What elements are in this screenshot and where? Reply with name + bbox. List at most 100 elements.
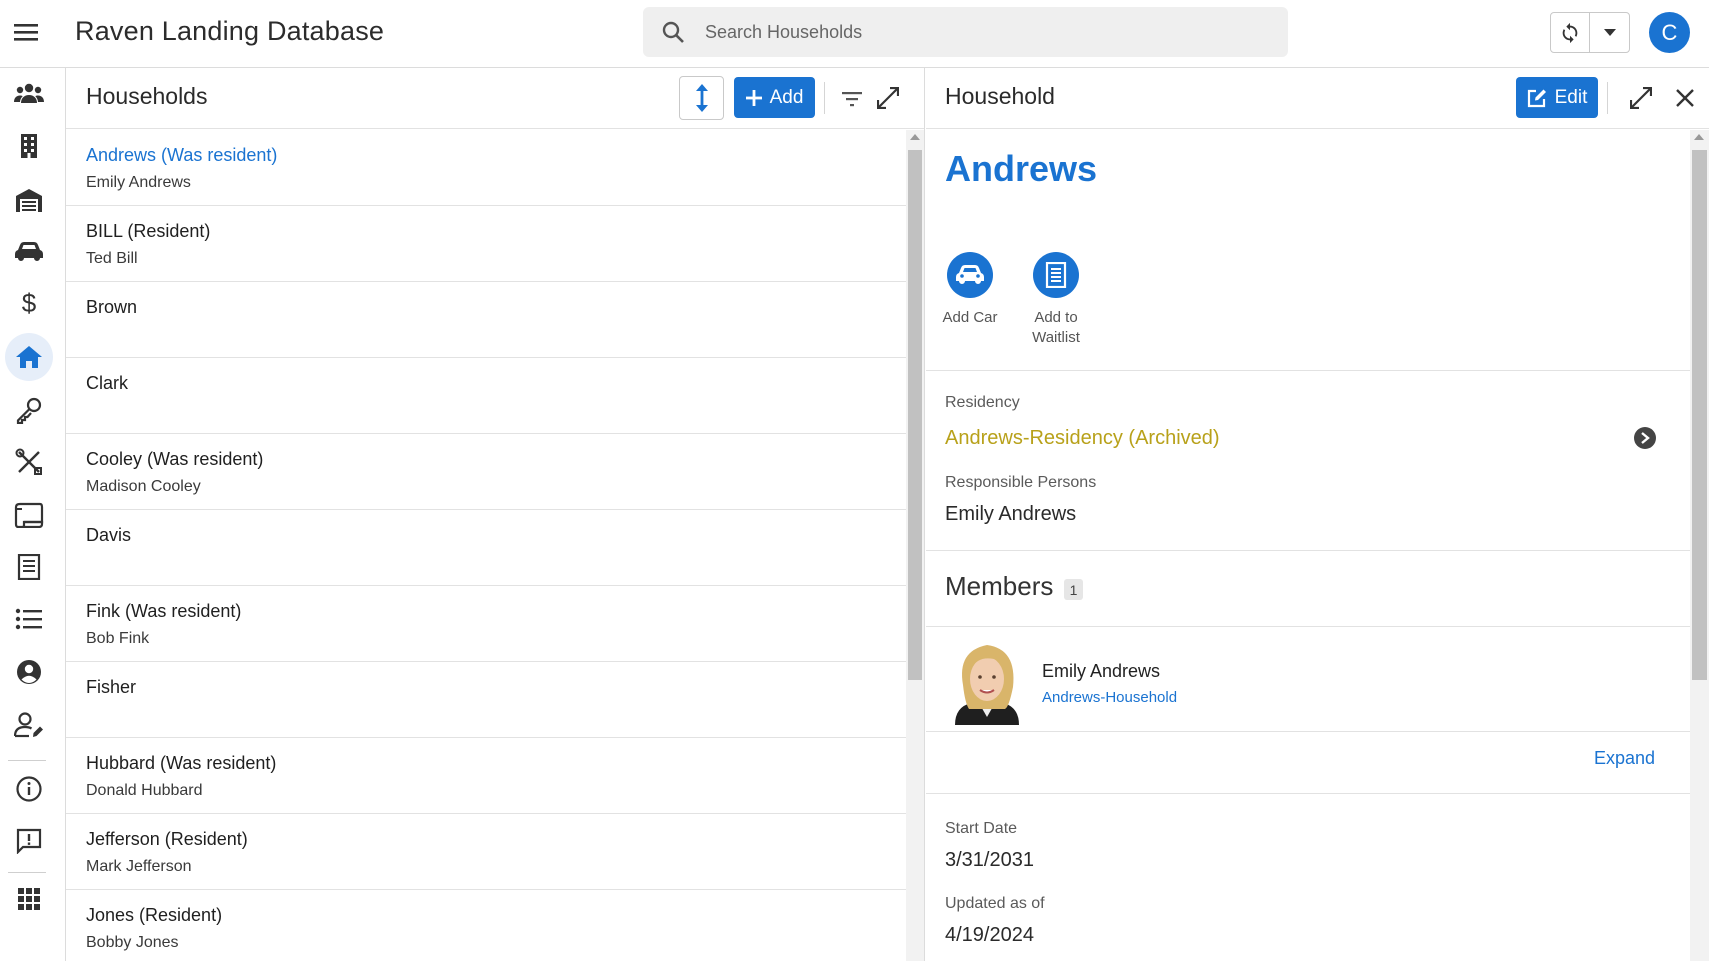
detail-body: Andrews Add Car Add to Waitlist Residenc… [926, 130, 1690, 961]
nav-account[interactable] [5, 648, 53, 696]
user-edit-icon [14, 712, 43, 738]
scroll-up-arrow-icon[interactable] [1694, 134, 1704, 140]
list-item[interactable]: Brown [66, 282, 906, 358]
list-item[interactable]: Jones (Resident) Bobby Jones [66, 890, 906, 961]
residency-link[interactable]: Andrews-Residency (Archived) [945, 427, 1220, 450]
list-item-title: Jefferson (Resident) [86, 829, 248, 849]
list-item[interactable]: BILL (Resident) Ted Bill [66, 206, 906, 282]
nav-user-management[interactable] [5, 701, 53, 749]
list-item-title: Cooley (Was resident) [86, 449, 264, 469]
list-scrollbar-thumb[interactable] [908, 150, 922, 680]
nav-keys[interactable] [5, 386, 53, 434]
list-scrollbar[interactable] [906, 130, 924, 961]
list-item-title: BILL (Resident) [86, 221, 211, 241]
expand-members-link[interactable]: Expand [1594, 748, 1655, 769]
edit-button[interactable]: Edit [1516, 77, 1598, 118]
households-list-panel: Households Add Andrews (Was resident) Em… [66, 68, 925, 961]
start-date-value: 3/31/2031 [945, 849, 1034, 871]
chevron-right-icon[interactable] [1634, 427, 1656, 449]
section-divider [926, 370, 1690, 371]
list-item-title: Fisher [86, 677, 137, 697]
search-bar[interactable] [643, 7, 1288, 57]
list-item-title: Fink (Was resident) [86, 601, 242, 621]
checklist-icon [17, 554, 41, 580]
nav-buildings[interactable] [5, 122, 53, 170]
updated-as-of-label: Updated as of [945, 895, 1045, 912]
key-icon [16, 397, 42, 424]
people-icon [14, 83, 44, 103]
list-item-subtitle: Mark Jefferson [86, 858, 192, 875]
households-list: Andrews (Was resident) Emily Andrews BIL… [66, 130, 906, 961]
nav-lists[interactable] [5, 595, 53, 643]
nav-cars[interactable] [5, 228, 53, 276]
list-item-subtitle: Madison Cooley [86, 478, 201, 495]
list-item[interactable]: Cooley (Was resident) Madison Cooley [66, 434, 906, 510]
nav-people[interactable] [5, 70, 53, 118]
responsible-persons-value: Emily Andrews [945, 503, 1077, 525]
list-item[interactable]: Jefferson (Resident) Mark Jefferson [66, 814, 906, 890]
list-item[interactable]: Clark [66, 358, 906, 434]
list-item[interactable]: Hubbard (Was resident) Donald Hubbard [66, 738, 906, 814]
list-expand-button[interactable] [872, 82, 904, 114]
responsible-persons-label: Responsible Persons [945, 474, 1097, 491]
filter-button[interactable] [837, 84, 867, 114]
add-household-button[interactable]: Add [734, 77, 815, 118]
detail-expand-button[interactable] [1625, 82, 1657, 114]
detail-scrollbar[interactable] [1690, 130, 1709, 961]
member-household-link[interactable]: Andrews-Household [1042, 689, 1177, 706]
sync-dropdown-button[interactable] [1590, 13, 1629, 52]
member-item[interactable]: Emily Andrews Andrews-Household [926, 627, 1690, 730]
list-item-title: Hubbard (Was resident) [86, 753, 277, 773]
scroll-up-arrow-icon[interactable] [910, 134, 920, 140]
expand-diagonal-icon [1630, 87, 1652, 109]
list-item-subtitle: Bobby Jones [86, 934, 179, 951]
list-item[interactable]: Fink (Was resident) Bob Fink [66, 586, 906, 662]
nav-documents[interactable] [5, 491, 53, 539]
user-avatar[interactable]: C [1649, 12, 1690, 53]
hamburger-menu-icon[interactable] [12, 20, 40, 44]
add-car-action[interactable]: Add Car [926, 252, 1020, 328]
dollar-icon: $ [22, 290, 37, 318]
household-detail-panel: Household Edit Andrews Add Car Add to Wa… [926, 68, 1709, 961]
list-item[interactable]: Davis [66, 510, 906, 586]
list-item-subtitle: Emily Andrews [86, 174, 191, 191]
list-panel-header: Households Add [66, 68, 924, 129]
detail-panel-header: Household Edit [926, 68, 1709, 129]
detail-close-button[interactable] [1669, 82, 1701, 114]
tools-icon [15, 448, 42, 475]
member-name: Emily Andrews [1042, 661, 1161, 681]
list-panel-title: Households [86, 83, 208, 109]
home-icon [16, 346, 42, 368]
list-item[interactable]: Andrews (Was resident) Emily Andrews [66, 130, 906, 206]
nav-maintenance[interactable] [5, 438, 53, 486]
edit-button-label: Edit [1554, 86, 1588, 108]
toolbar-divider [824, 82, 825, 114]
section-divider [926, 731, 1690, 732]
nav-households[interactable] [5, 333, 53, 381]
nav-checklists[interactable] [5, 543, 53, 591]
list-item[interactable]: Fisher [66, 662, 906, 738]
members-count-badge: 1 [1064, 579, 1083, 600]
add-button-label: Add [769, 86, 804, 108]
car-icon [15, 242, 43, 261]
action-label: Add to Waitlist [1032, 309, 1080, 346]
nav-info[interactable] [5, 765, 53, 813]
list-item-title: Davis [86, 525, 132, 545]
list-item-subtitle: Ted Bill [86, 250, 138, 267]
search-input[interactable] [705, 7, 1265, 57]
sync-icon [1562, 22, 1578, 43]
nav-apps[interactable] [5, 875, 53, 923]
nav-divider [8, 872, 46, 873]
sort-toggle-button[interactable] [679, 76, 724, 120]
list-item-subtitle: Donald Hubbard [86, 782, 203, 799]
add-to-waitlist-action[interactable]: Add to Waitlist [1010, 252, 1102, 348]
list-form-icon [1033, 252, 1079, 298]
detail-panel-title: Household [945, 83, 1055, 109]
nav-finance[interactable]: $ [5, 280, 53, 328]
nav-garage[interactable] [5, 176, 53, 224]
sync-button[interactable] [1551, 13, 1590, 52]
toolbar-divider [1607, 82, 1608, 114]
detail-scrollbar-thumb[interactable] [1692, 150, 1707, 680]
start-date-label: Start Date [945, 820, 1018, 837]
nav-feedback[interactable] [5, 817, 53, 865]
